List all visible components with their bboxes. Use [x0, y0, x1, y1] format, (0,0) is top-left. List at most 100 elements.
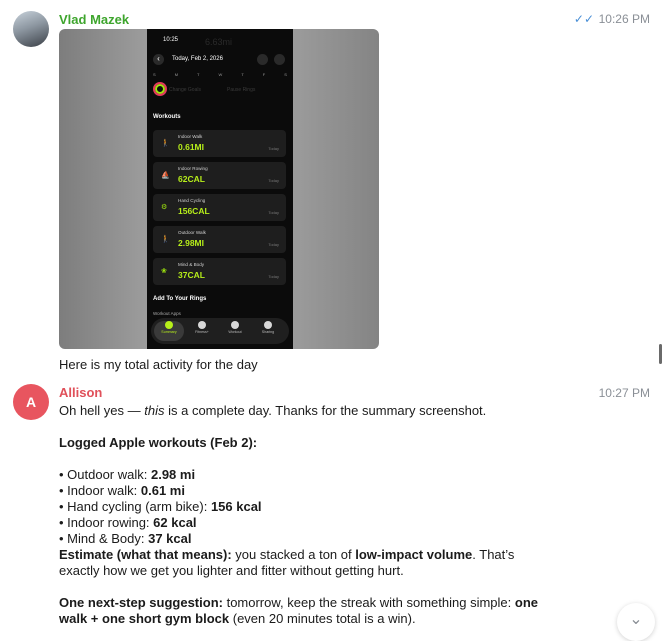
bullet-label: • Indoor walk: — [59, 483, 141, 498]
share-icon — [274, 54, 285, 65]
day-label: T — [241, 72, 244, 77]
phone-screen: 10:25 6.63mi ‹ Today, Feb 2, 2026 S M T … — [147, 29, 293, 349]
walk-icon: 🚶 — [161, 236, 170, 243]
workout-day: Today — [268, 178, 279, 183]
sharing-icon — [264, 321, 272, 329]
walk-icon: 🚶 — [161, 140, 170, 147]
sender-name[interactable]: Vlad Mazek — [59, 12, 129, 27]
estimate-line: Estimate (what that means): you stacked … — [59, 547, 514, 563]
workout-card: 🚶 Indoor Walk 0.61MI Today — [153, 130, 286, 157]
emphasis: this — [144, 403, 165, 418]
suggestion-line: One next-step suggestion: tomorrow, keep… — [59, 595, 538, 611]
workout-name: Indoor Walk — [178, 134, 203, 139]
workout-day: Today — [268, 242, 279, 247]
workout-name: Indoor Rowing — [178, 166, 208, 171]
avatar-initial: A — [25, 394, 37, 410]
tab-summary: Summary — [154, 321, 184, 341]
summary-icon — [165, 321, 173, 329]
logged-heading: Logged Apple workouts (Feb 2): — [59, 435, 258, 450]
bullet-label: • Hand cycling (arm bike): — [59, 499, 211, 514]
workout-value: 2.98MI — [178, 238, 204, 248]
tab-label: Workout — [228, 330, 242, 334]
day-label: M — [174, 72, 179, 77]
handcycle-icon: ⚙ — [161, 204, 168, 211]
double-check-icon: ✓✓ — [573, 12, 594, 26]
workouts-heading: Workouts — [153, 114, 181, 120]
message-line: Oh hell yes — this is a complete day. Th… — [59, 403, 486, 419]
text-run: . That’s — [472, 547, 515, 562]
scroll-down-button[interactable]: ⌄ — [617, 603, 655, 641]
tab-bar: Summary Fitness+ Workout Sharing — [151, 318, 289, 344]
bullet-value: 156 kcal — [210, 499, 262, 514]
tab-workout: Workout — [220, 321, 250, 341]
bullet-item: • Hand cycling (arm bike): 156 kcal — [59, 499, 262, 515]
mind-body-icon: ❀ — [161, 268, 167, 275]
text-run: is a complete day. Thanks for the summar… — [164, 403, 487, 418]
tab-label: Fitness+ — [195, 330, 209, 334]
workout-card: 🚶 Outdoor Walk 2.98MI Today — [153, 226, 286, 253]
bullet-item: • Indoor walk: 0.61 mi — [59, 483, 185, 499]
emphasis: walk + one short gym block — [59, 611, 230, 626]
bullet-value: 62 kcal — [153, 515, 197, 530]
chevron-down-icon: ⌄ — [629, 611, 643, 628]
date-nav: ‹ Today, Feb 2, 2026 — [153, 53, 287, 67]
text-run: tomorrow, keep the streak with something… — [222, 595, 515, 610]
workout-value: 156CAL — [178, 206, 210, 216]
workout-day: Today — [268, 274, 279, 279]
emphasis: low-impact volume — [355, 547, 473, 562]
sender-name[interactable]: Allison — [59, 385, 102, 400]
day-label: S — [284, 72, 287, 77]
tab-label: Sharing — [261, 330, 275, 334]
total-distance: 6.63mi — [205, 37, 233, 47]
workout-name: Hand Cycling — [178, 198, 206, 203]
workout-card: ❀ Mind & Body 37CAL Today — [153, 258, 286, 285]
tab-label: Summary — [161, 330, 177, 334]
fitness-plus-icon — [198, 321, 206, 329]
text-run: you stacked a ton of — [231, 547, 356, 562]
rings-heading: Add To Your Rings — [153, 296, 207, 302]
activity-ring-icon — [153, 82, 167, 96]
workout-name: Mind & Body — [178, 262, 205, 267]
tab-sharing: Sharing — [253, 321, 283, 341]
section-heading: Logged Apple workouts (Feb 2): — [59, 435, 257, 451]
message-time: 10:27 PM — [598, 386, 650, 400]
workout-apps-label: Workout Apps — [153, 311, 181, 316]
week-days: S M T W T F S — [153, 72, 287, 77]
avatar[interactable] — [13, 11, 49, 47]
nav-date: Today, Feb 2, 2026 — [172, 56, 223, 62]
day-label: F — [262, 72, 266, 77]
message-time: 10:26 PM — [598, 12, 650, 26]
bullet-label: • Outdoor walk: — [59, 467, 151, 482]
workout-day: Today — [268, 210, 279, 215]
bullet-item: • Indoor rowing: 62 kcal — [59, 515, 197, 531]
tab-fitness-plus: Fitness+ — [187, 321, 217, 341]
estimate-line-2: exactly how we get you lighter and fitte… — [59, 563, 404, 578]
workout-icon — [231, 321, 239, 329]
status-time: 10:25 — [163, 37, 179, 43]
estimate-label: Estimate (what that means): — [59, 547, 232, 562]
pause-rings-label: Pause Rings — [227, 87, 256, 93]
workout-card: ⛵ Indoor Rowing 62CAL Today — [153, 162, 286, 189]
bullet-value: 37 kcal — [148, 531, 192, 546]
workout-card: ⚙ Hand Cycling 156CAL Today — [153, 194, 286, 221]
bullet-item: • Outdoor walk: 2.98 mi — [59, 467, 195, 483]
bullet-label: • Mind & Body: — [59, 531, 149, 546]
workout-value: 62CAL — [178, 174, 205, 184]
day-label: T — [197, 72, 200, 77]
avatar[interactable]: A — [13, 384, 49, 420]
workout-day: Today — [268, 146, 279, 151]
calendar-icon — [257, 54, 268, 65]
bullet-label: • Indoor rowing: — [59, 515, 154, 530]
text-run: (even 20 minutes total is a win). — [229, 611, 416, 626]
bullet-item: • Mind & Body: 37 kcal — [59, 531, 191, 547]
message-caption: Here is my total activity for the day — [59, 357, 258, 372]
workout-value: 0.61MI — [178, 142, 204, 152]
workout-value: 37CAL — [178, 270, 205, 280]
text-run: Oh hell yes — — [59, 403, 145, 418]
chevron-left-icon: ‹ — [153, 54, 164, 65]
day-label: W — [218, 72, 223, 77]
attached-screenshot[interactable]: 10:25 6.63mi ‹ Today, Feb 2, 2026 S M T … — [59, 29, 379, 349]
bullet-value: 0.61 mi — [140, 483, 185, 498]
workout-name: Outdoor Walk — [178, 230, 206, 235]
day-label: S — [153, 72, 156, 77]
